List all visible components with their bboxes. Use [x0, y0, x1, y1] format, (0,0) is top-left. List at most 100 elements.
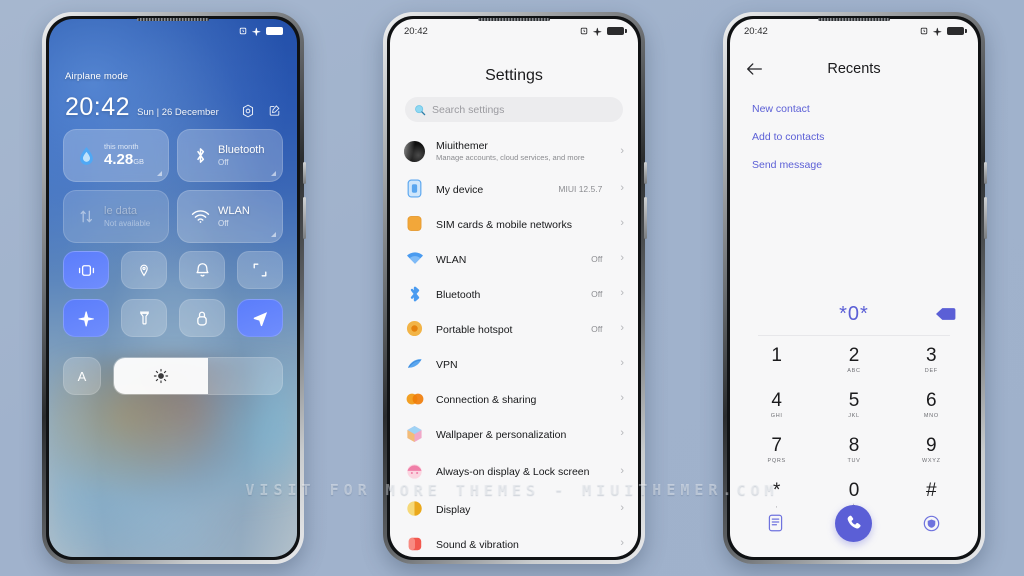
settings-list: Miuithemer Manage accounts, cloud servic… [390, 131, 638, 557]
toggle-screenshot[interactable] [237, 251, 283, 289]
battery-icon [607, 26, 627, 36]
settings-icon[interactable] [241, 104, 255, 118]
clock-row: 20:42 Sun | 26 December [65, 95, 281, 120]
tile-data-usage[interactable]: this month 4.28GB [63, 129, 169, 182]
settings-row-connection-sharing[interactable]: Connection & sharing › [404, 381, 624, 416]
key-8[interactable]: 8 TUV [815, 429, 892, 472]
settings-row-sound-vibration[interactable]: Sound & vibration › [404, 526, 624, 557]
vibrate-icon [78, 264, 94, 276]
data-usage-period: this month [104, 142, 139, 151]
row-label: Connection & sharing [436, 393, 537, 406]
battery-icon [947, 26, 967, 36]
settings-row-my-device[interactable]: My device MIUI 12.5.7 › [404, 171, 624, 206]
tile-expand-corner[interactable] [271, 232, 276, 237]
key-7[interactable]: 7 PQRS [738, 429, 815, 472]
key-digit: 2 [848, 345, 860, 366]
toggle-location[interactable] [121, 251, 167, 289]
settings-row-hotspot[interactable]: Portable hotspot Off › [404, 311, 624, 346]
tile-expand-corner[interactable] [271, 171, 276, 176]
alarm-icon [239, 27, 247, 35]
location-pin-icon [140, 264, 148, 276]
power-button[interactable] [644, 162, 647, 184]
toggle-vibrate[interactable] [63, 251, 109, 289]
tile-wlan[interactable]: WLAN Off [177, 190, 283, 243]
power-button[interactable] [303, 162, 306, 184]
toggle-airplane-mode[interactable] [63, 299, 109, 337]
key-letters: MNO [923, 413, 939, 419]
key-letters: TUV [847, 458, 861, 464]
key-letters: PQRS [767, 458, 786, 464]
toggle-flashlight[interactable] [121, 299, 167, 337]
search-input[interactable]: Search settings [405, 97, 623, 122]
settings-row-vpn[interactable]: VPN › [404, 346, 624, 381]
key-4[interactable]: 4 GHI [738, 384, 815, 427]
key-2[interactable]: 2 ABC [815, 339, 892, 382]
bluetooth-text: Bluetooth Off [218, 144, 264, 167]
settings-row-wallpaper[interactable]: Wallpaper & personalization › [404, 416, 624, 451]
settings-row-always-on-display[interactable]: Always-on display & Lock screen › [404, 451, 624, 491]
sharing-icon [404, 388, 425, 409]
row-label: Bluetooth [436, 288, 481, 301]
auto-brightness-button[interactable]: A [63, 357, 101, 395]
settings-row-wlan[interactable]: WLAN Off › [404, 241, 624, 276]
tile-mobile-data[interactable]: le data Not available [63, 190, 169, 243]
wlan-text: WLAN Off [218, 205, 250, 228]
dialer-screen: 20:42 Recents New contact Add to contact… [730, 19, 978, 557]
bluetooth-title: Bluetooth [218, 144, 265, 157]
key-1[interactable]: 1 [738, 339, 815, 382]
airplane-icon [593, 27, 602, 36]
row-label: SIM cards & mobile networks [436, 218, 572, 231]
clock-date: Sun | 26 December [137, 107, 219, 118]
key-6[interactable]: 6 MNO [893, 384, 970, 427]
volume-button[interactable] [644, 197, 647, 239]
key-9[interactable]: 9 WXYZ [893, 429, 970, 472]
key-digit: 4 [771, 390, 782, 411]
chevron-right-icon: › [620, 322, 624, 334]
row-value: MIUI 12.5.7 [558, 183, 603, 194]
toggle-gps[interactable] [237, 299, 283, 337]
contacts-shield-icon[interactable] [923, 515, 940, 532]
dialer-actions: New contact Add to contacts Send message [752, 95, 956, 179]
wlan-state: Off [218, 218, 229, 228]
phone-left-control-center: Airplane mode 20:42 Sun | 26 December th… [42, 12, 306, 564]
airplane-icon [252, 27, 261, 36]
navigation-arrow-icon [253, 311, 267, 326]
toggle-lock[interactable] [179, 299, 225, 337]
add-to-contacts-action[interactable]: Add to contacts [752, 123, 956, 151]
settings-row-sim-cards[interactable]: SIM cards & mobile networks › [404, 206, 624, 241]
tile-expand-corner[interactable] [157, 171, 162, 176]
settings-row-bluetooth[interactable]: Bluetooth Off › [404, 276, 624, 311]
volume-button[interactable] [303, 197, 306, 239]
row-value: Off [591, 253, 603, 264]
toggle-ringer[interactable] [179, 251, 225, 289]
power-button[interactable] [984, 162, 987, 184]
new-contact-action[interactable]: New contact [752, 95, 956, 123]
key-digit: 3 [926, 345, 937, 366]
status-bar-icons [239, 26, 283, 36]
key-digit: 6 [926, 390, 937, 411]
row-label: Always-on display & Lock screen [436, 466, 590, 478]
chevron-right-icon: › [620, 252, 624, 264]
chevron-right-icon: › [620, 144, 624, 157]
vpn-icon [404, 353, 425, 374]
brightness-icon [153, 368, 169, 384]
keypad-list-icon[interactable] [768, 514, 783, 532]
backspace-icon[interactable] [935, 307, 956, 321]
settings-row-account[interactable]: Miuithemer Manage accounts, cloud servic… [404, 131, 624, 171]
key-3[interactable]: 3 DEF [893, 339, 970, 382]
key-digit: * [772, 480, 781, 501]
status-bar: 20:42 [730, 19, 978, 43]
call-button[interactable] [834, 504, 872, 542]
bluetooth-icon [404, 283, 425, 304]
key-digit: 8 [848, 435, 860, 456]
clock-action-icons [241, 104, 281, 120]
tile-bluetooth[interactable]: Bluetooth Off [177, 129, 283, 182]
back-arrow-icon[interactable] [746, 62, 763, 76]
volume-button[interactable] [984, 197, 987, 239]
settings-row-display[interactable]: Display › [404, 491, 624, 526]
edit-icon[interactable] [268, 104, 281, 117]
key-5[interactable]: 5 JKL [815, 384, 892, 427]
send-message-action[interactable]: Send message [752, 151, 956, 179]
chevron-right-icon: › [620, 357, 624, 369]
brightness-slider[interactable] [113, 357, 283, 395]
